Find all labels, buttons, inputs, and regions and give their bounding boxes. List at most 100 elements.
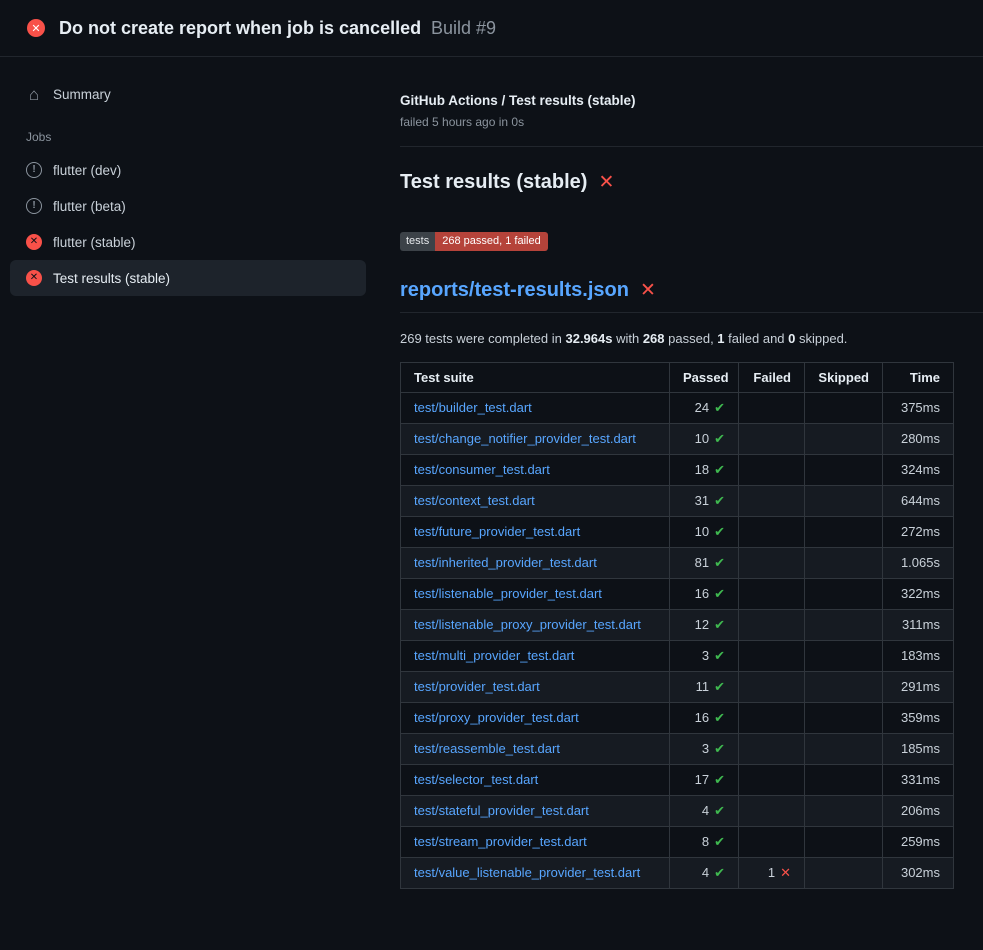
- cell-failed: [739, 392, 805, 423]
- test-suite-link[interactable]: test/stateful_provider_test.dart: [414, 803, 589, 818]
- test-suite-row: test/future_provider_test.dart10✔272ms: [401, 516, 954, 547]
- test-suite-link[interactable]: test/change_notifier_provider_test.dart: [414, 431, 636, 446]
- sidebar-item-label: flutter (stable): [53, 235, 136, 250]
- test-suite-link[interactable]: test/selector_test.dart: [414, 772, 538, 787]
- sidebar-item-label: flutter (beta): [53, 199, 126, 214]
- badge-value: 268 passed, 1 failed: [435, 232, 547, 251]
- cell-skipped: [805, 733, 883, 764]
- cell-passed: 12✔: [670, 609, 739, 640]
- test-suite-link[interactable]: test/listenable_proxy_provider_test.dart: [414, 617, 641, 632]
- test-suite-row: test/stream_provider_test.dart8✔259ms: [401, 826, 954, 857]
- sidebar-item-label: Test results (stable): [53, 271, 170, 286]
- cell-skipped: [805, 392, 883, 423]
- cell-time: 311ms: [883, 609, 954, 640]
- summary-passed: 268: [643, 331, 665, 346]
- jobs-section-label: Jobs: [10, 112, 366, 152]
- cell-test-suite: test/listenable_proxy_provider_test.dart: [401, 609, 670, 640]
- count-value: 10: [695, 431, 709, 446]
- cell-passed: 4✔: [670, 857, 739, 888]
- check-icon: ✔: [714, 462, 725, 477]
- cell-passed: 3✔: [670, 640, 739, 671]
- summary-duration: 32.964s: [565, 331, 612, 346]
- cell-skipped: [805, 826, 883, 857]
- cell-failed: [739, 609, 805, 640]
- column-header: Time: [883, 362, 954, 392]
- test-suite-link[interactable]: test/stream_provider_test.dart: [414, 834, 587, 849]
- summary-sentence: 269 tests were completed in 32.964s with…: [400, 331, 983, 346]
- count-value: 17: [695, 772, 709, 787]
- cell-passed: 3✔: [670, 733, 739, 764]
- test-suite-link[interactable]: test/context_test.dart: [414, 493, 535, 508]
- cell-test-suite: test/provider_test.dart: [401, 671, 670, 702]
- sidebar-item-job[interactable]: ✕flutter (stable): [10, 224, 366, 260]
- cell-test-suite: test/listenable_provider_test.dart: [401, 578, 670, 609]
- test-suite-link[interactable]: test/provider_test.dart: [414, 679, 540, 694]
- test-suite-link[interactable]: test/inherited_provider_test.dart: [414, 555, 597, 570]
- cell-time: 644ms: [883, 485, 954, 516]
- main-content: GitHub Actions / Test results (stable) f…: [378, 57, 983, 889]
- cell-failed: [739, 547, 805, 578]
- report-file-link[interactable]: reports/test-results.json: [400, 279, 629, 302]
- cell-skipped: [805, 547, 883, 578]
- count-value: 11: [696, 679, 710, 694]
- check-icon: ✔: [714, 679, 725, 694]
- cell-skipped: [805, 454, 883, 485]
- summary-failed: 1: [717, 331, 724, 346]
- test-suite-link[interactable]: test/listenable_provider_test.dart: [414, 586, 602, 601]
- sidebar-item-job[interactable]: !flutter (dev): [10, 152, 366, 188]
- check-icon: ✔: [714, 803, 725, 818]
- test-suite-row: test/builder_test.dart24✔375ms: [401, 392, 954, 423]
- column-header: Passed: [670, 362, 739, 392]
- cell-test-suite: test/consumer_test.dart: [401, 454, 670, 485]
- count-value: 16: [695, 586, 709, 601]
- cell-passed: 11 ✔: [670, 671, 739, 702]
- sidebar: ⌂ Summary Jobs !flutter (dev)! flutter (b…: [0, 57, 378, 296]
- test-suite-link[interactable]: test/value_listenable_provider_test.dart: [414, 865, 640, 880]
- test-suite-link[interactable]: test/reassemble_test.dart: [414, 741, 560, 756]
- cell-time: 324ms: [883, 454, 954, 485]
- cell-skipped: [805, 485, 883, 516]
- divider: [400, 146, 983, 147]
- cell-time: 331ms: [883, 764, 954, 795]
- run-status-line: failed 5 hours ago in 0s: [400, 115, 983, 129]
- report-heading: reports/test-results.json ✕: [400, 279, 983, 313]
- check-icon: ✔: [714, 524, 725, 539]
- cell-time: 359ms: [883, 702, 954, 733]
- count-value: 3: [702, 648, 709, 663]
- count-value: 18: [695, 462, 709, 477]
- column-header: Skipped: [805, 362, 883, 392]
- failed-x-icon: ✕: [598, 173, 614, 192]
- count-value: 1: [768, 865, 775, 880]
- build-number: Build #9: [431, 18, 496, 38]
- cell-failed: [739, 640, 805, 671]
- cell-time: 291ms: [883, 671, 954, 702]
- test-suite-row: test/stateful_provider_test.dart4✔206ms: [401, 795, 954, 826]
- cell-failed: [739, 516, 805, 547]
- cell-skipped: [805, 857, 883, 888]
- cell-skipped: [805, 702, 883, 733]
- sidebar-item-job[interactable]: ✕Test results (stable): [10, 260, 366, 296]
- test-suite-row: test/reassemble_test.dart3✔185ms: [401, 733, 954, 764]
- tests-badge: tests 268 passed, 1 failed: [400, 232, 548, 251]
- sidebar-item-label: flutter (dev): [53, 163, 121, 178]
- cell-passed: 10✔: [670, 516, 739, 547]
- cell-test-suite: test/change_notifier_provider_test.dart: [401, 423, 670, 454]
- test-suite-link[interactable]: test/consumer_test.dart: [414, 462, 550, 477]
- check-icon: ✔: [714, 710, 725, 725]
- test-suite-link[interactable]: test/multi_provider_test.dart: [414, 648, 574, 663]
- test-suite-row: test/context_test.dart31✔644ms: [401, 485, 954, 516]
- x-icon: ✕: [780, 865, 791, 880]
- cell-passed: 4✔: [670, 795, 739, 826]
- cell-test-suite: test/builder_test.dart: [401, 392, 670, 423]
- test-suite-link[interactable]: test/future_provider_test.dart: [414, 524, 580, 539]
- count-value: 3: [702, 741, 709, 756]
- cancelled-circle-icon: !: [26, 198, 42, 214]
- cell-skipped: [805, 671, 883, 702]
- test-suite-link[interactable]: test/proxy_provider_test.dart: [414, 710, 579, 725]
- test-suite-link[interactable]: test/builder_test.dart: [414, 400, 532, 415]
- sidebar-item-summary[interactable]: ⌂ Summary: [10, 77, 366, 112]
- cell-failed: [739, 733, 805, 764]
- sidebar-item-job[interactable]: ! flutter (beta): [10, 188, 366, 224]
- check-icon: ✔: [714, 648, 725, 663]
- cell-test-suite: test/value_listenable_provider_test.dart: [401, 857, 670, 888]
